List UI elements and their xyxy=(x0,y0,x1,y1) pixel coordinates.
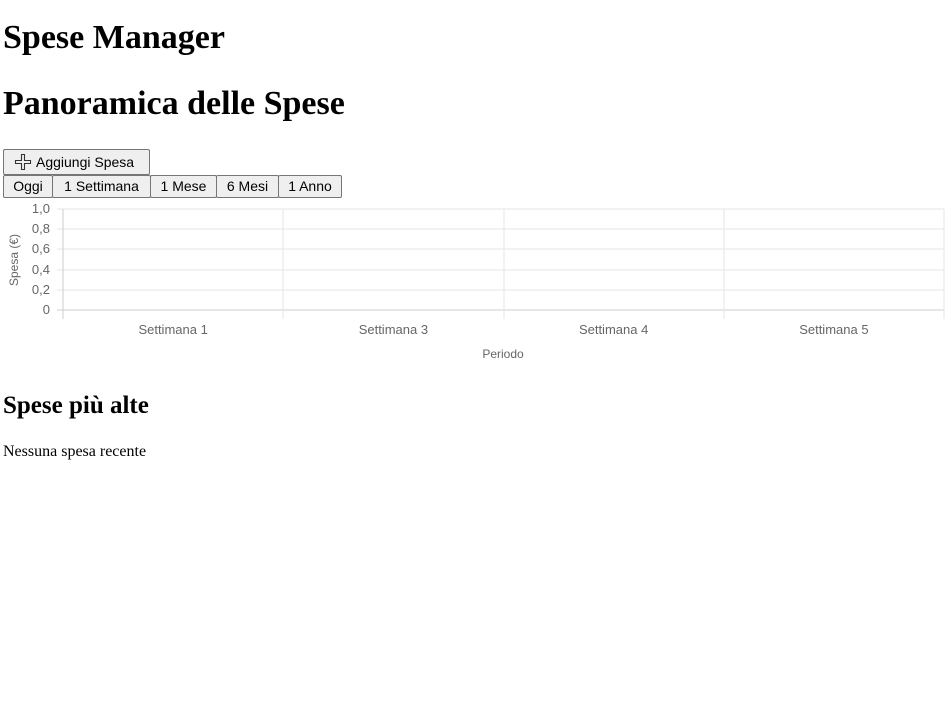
chart-x-tick-label: Settimana 4 xyxy=(579,322,648,337)
chart-y-tick-label: 0,8 xyxy=(32,221,50,236)
range-year-button[interactable]: 1 Anno xyxy=(278,175,342,198)
app-title: Spese Manager xyxy=(3,19,225,56)
chart-y-tick-label: 1,0 xyxy=(32,201,50,216)
add-expense-label: Aggiungi Spesa xyxy=(36,154,135,170)
chart-x-tick-label: Settimana 1 xyxy=(138,322,207,337)
chart-y-axis-label: Spesa (€) xyxy=(7,234,21,286)
chart-y-tick-label: 0,2 xyxy=(32,282,50,297)
chart-y-tick-label: 0,4 xyxy=(32,262,50,277)
page-title: Panoramica delle Spese xyxy=(3,85,345,122)
range-month-button[interactable]: 1 Mese xyxy=(150,175,217,198)
plus-icon xyxy=(14,153,32,171)
chart-x-axis-label: Periodo xyxy=(482,347,524,361)
add-expense-button[interactable]: Aggiungi Spesa xyxy=(3,149,150,175)
expense-chart: 00,20,40,60,81,0 Settimana 1 Settimana 3S… xyxy=(7,201,945,361)
empty-expenses-message: Nessuna spesa recente xyxy=(3,443,147,460)
top-expenses-title: Spese più alte xyxy=(3,392,149,419)
range-6-months-button[interactable]: 6 Mesi xyxy=(216,175,279,198)
chart-y-ticks: 0 0,2 0,4 0,6 0,8 1,0 xyxy=(32,201,50,317)
chart-y-tick-label: 0 xyxy=(43,302,50,317)
chart-y-tick-label: 0,6 xyxy=(32,241,50,256)
chart-x-tick-label: Settimana 3 xyxy=(359,322,428,337)
range-today-button[interactable]: Oggi xyxy=(3,175,53,198)
chart-x-ticks: Settimana 1 Settimana 3 Settimana 4 Settima… xyxy=(138,322,868,337)
range-week-button[interactable]: 1 Settimana xyxy=(52,175,151,198)
chart-grid xyxy=(57,208,945,319)
chart-x-tick-label: Settimana 5 xyxy=(799,322,868,337)
